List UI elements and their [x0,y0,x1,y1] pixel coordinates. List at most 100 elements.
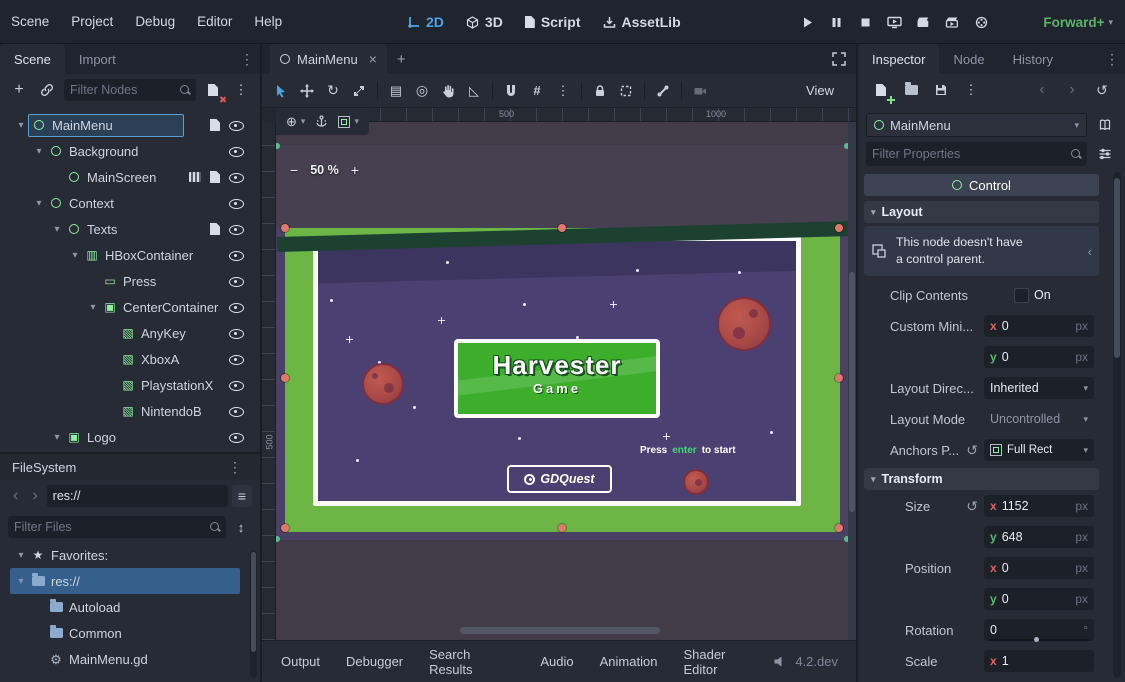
visibility-toggle-icon[interactable] [229,300,244,314]
expander-icon[interactable]: ▾ [48,432,66,443]
add-node-button[interactable]: + [8,79,30,101]
history-forward-button[interactable]: › [1061,79,1083,101]
game-scene-bounds[interactable]: Harvester Game Press enter to start GDQu… [285,228,840,532]
revert-icon[interactable]: ↺ [966,442,978,459]
position-x-field[interactable]: x 0 px [984,557,1094,579]
audio-tab[interactable]: Audio [527,654,586,669]
custom-min-x-field[interactable]: x 0 px [984,315,1094,337]
selection-handle[interactable] [835,524,843,532]
menu-scene[interactable]: Scene [0,0,60,44]
favorites-row[interactable]: ▾ ★ Favorites: [0,542,260,568]
load-resource-button[interactable] [900,79,922,101]
script-icon[interactable] [210,119,220,131]
selection-handle[interactable] [558,224,566,232]
tree-row-mainmenu[interactable]: ▾ MainMenu [0,112,260,138]
list-select-button[interactable]: ▤ [385,80,407,102]
fs-row-mainmenu-gd[interactable]: ⚙ MainMenu.gd [0,646,260,672]
layout-direction-dropdown[interactable]: Inherited ▾ [984,377,1094,399]
tree-row-background[interactable]: ▾ Background [0,138,260,164]
output-tab[interactable]: Output [268,654,333,669]
tree-row-mainscreen[interactable]: MainScreen [0,164,260,190]
resource-menu-icon[interactable]: ⋮ [960,79,982,101]
anchors-preset-dropdown[interactable]: Full Rect ▾ [984,439,1094,461]
ruler-tool-button[interactable]: ◺ [463,80,485,102]
tree-row-xboxa[interactable]: ▧ XboxA [0,346,260,372]
visibility-toggle-icon[interactable] [229,170,244,184]
expander-icon[interactable]: ▾ [66,250,84,261]
tab-scene[interactable]: Scene [0,44,65,74]
tree-row-centercontainer[interactable]: ▾ ▣ CenterContainer [0,294,260,320]
tab-import[interactable]: Import [65,44,130,74]
custom-min-y-field[interactable]: y 0 px [984,346,1094,368]
size-x-field[interactable]: x 1152 px [984,495,1094,517]
toggle-split-mode-button[interactable]: ≡ [232,485,252,507]
visibility-toggle-icon[interactable] [229,430,244,444]
view-menu-button[interactable]: View [806,83,834,98]
play-remote-button[interactable] [883,11,905,33]
context-script[interactable]: Script [514,0,592,44]
smart-snap-button[interactable] [500,80,522,102]
dock-menu-icon[interactable]: ⋮ [234,51,260,68]
pivot-tool-button[interactable]: ◎ [411,80,433,102]
position-y-field[interactable]: y 0 px [984,588,1094,610]
selection-handle[interactable] [835,374,843,382]
expander-icon[interactable]: ▾ [30,198,48,209]
inspector-scrollbar[interactable] [1113,172,1121,678]
layout-mode-dropdown[interactable]: Uncontrolled ▾ [984,408,1094,430]
tree-row-context[interactable]: ▾ Context [0,190,260,216]
visibility-toggle-icon[interactable] [229,326,244,340]
script-icon[interactable] [210,171,220,183]
selection-handle[interactable] [558,524,566,532]
context-assetlib[interactable]: AssetLib [592,0,692,44]
stop-button[interactable] [854,11,876,33]
filter-files-input[interactable] [14,520,206,534]
grid-snap-button[interactable]: # [526,80,548,102]
move-tool-button[interactable] [296,80,318,102]
fs-row-autoload[interactable]: Autoload [0,594,260,620]
expander-icon[interactable]: ▾ [12,576,30,587]
tree-row-hboxcontainer[interactable]: ▾ ▥ HBoxContainer [0,242,260,268]
warning-collapse-icon[interactable]: ‹ [1088,244,1092,259]
zoom-in-button[interactable]: + [347,162,363,178]
selection-handle[interactable] [281,374,289,382]
open-docs-button[interactable] [1093,113,1117,137]
tree-row-press[interactable]: ▭ Press [0,268,260,294]
visibility-toggle-icon[interactable] [229,352,244,366]
snap-options-icon[interactable]: ⋮ [552,80,574,102]
size-y-field[interactable]: y 648 px [984,526,1094,548]
section-transform[interactable]: ▾ Transform [864,468,1099,490]
scale-x-field[interactable]: x 1 [984,650,1094,672]
visibility-toggle-icon[interactable] [229,144,244,158]
movie-maker-button[interactable] [970,11,992,33]
save-resource-button[interactable] [930,79,952,101]
visibility-toggle-icon[interactable] [229,196,244,210]
2d-canvas[interactable]: Harvester Game Press enter to start GDQu… [276,122,856,640]
play-scene-button[interactable] [912,11,934,33]
tree-row-nintendob[interactable]: ▧ NintendoB [0,398,260,424]
filesystem-scrollbar[interactable] [250,550,257,678]
context-2d[interactable]: 2D [396,0,455,44]
search-results-tab[interactable]: Search Results [416,647,527,677]
play-button[interactable] [796,11,818,33]
visibility-toggle-icon[interactable] [229,378,244,392]
object-selector[interactable]: MainMenu ▾ [866,113,1087,137]
visibility-toggle-icon[interactable] [229,248,244,262]
zoom-out-button[interactable]: − [286,162,302,178]
detach-script-button[interactable] [202,79,224,101]
speaker-icon[interactable] [773,655,787,668]
filter-nodes-input[interactable] [70,83,176,97]
play-custom-scene-button[interactable] [941,11,963,33]
new-resource-button[interactable] [870,79,892,101]
expander-icon[interactable]: ▾ [84,302,102,313]
menu-help[interactable]: Help [243,0,293,44]
menu-debug[interactable]: Debug [124,0,186,44]
pan-tool-button[interactable] [437,80,459,102]
pivot-options-button[interactable]: ⊕▾ [286,114,305,130]
select-tool-button[interactable] [270,80,292,102]
horizontal-scrollbar[interactable] [460,627,660,634]
renderer-select[interactable]: Forward+ ▾ [1043,0,1113,44]
selection-handle[interactable] [835,224,843,232]
history-back-button[interactable]: ‹ [1031,79,1053,101]
path-input[interactable] [53,489,222,503]
dock-menu-icon[interactable]: ⋮ [222,459,248,476]
